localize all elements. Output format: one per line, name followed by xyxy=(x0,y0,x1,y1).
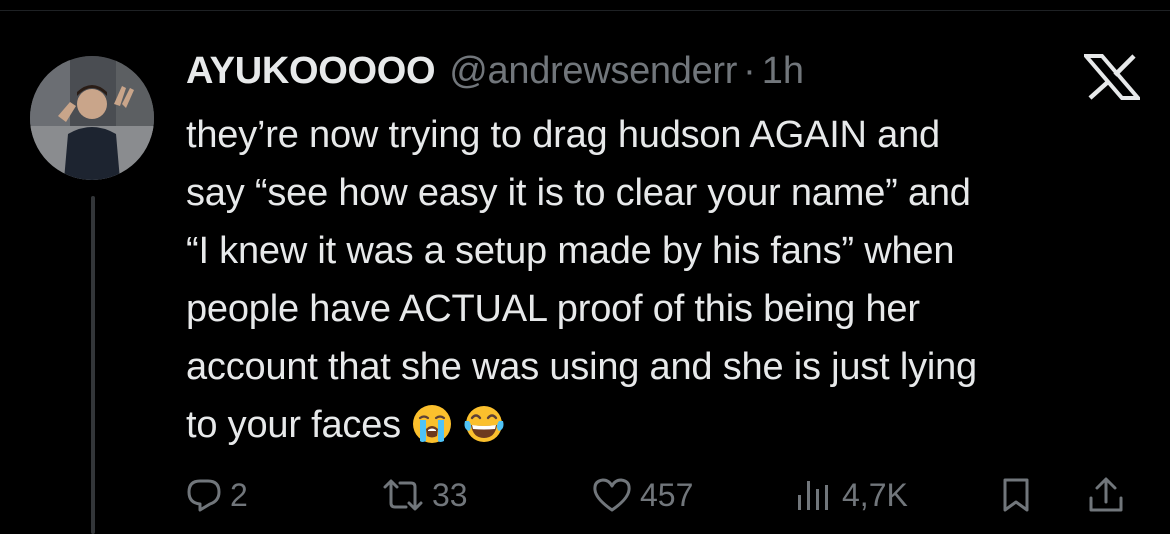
bookmark-button[interactable] xyxy=(998,470,1034,520)
loudly-crying-face-icon xyxy=(412,405,451,443)
heart-icon xyxy=(593,478,631,512)
reply-icon xyxy=(187,479,221,512)
tweet-text: they’re now trying to drag hudson AGAIN … xyxy=(186,106,1146,454)
views-button[interactable]: 4,7K xyxy=(794,470,908,520)
top-divider xyxy=(0,10,1170,11)
views-count: 4,7K xyxy=(842,476,908,513)
repost-button[interactable]: 33 xyxy=(382,470,468,520)
face-with-tears-of-joy-icon xyxy=(464,406,504,442)
thread-line xyxy=(91,196,95,534)
reply-count: 2 xyxy=(230,476,248,513)
like-count: 457 xyxy=(640,476,694,513)
action-bar: 2 33 457 4,7K xyxy=(186,470,1146,520)
tweet-text-last-line: to your faces xyxy=(186,396,1146,454)
reply-button[interactable]: 2 xyxy=(186,470,248,520)
display-name[interactable]: AYUKOOOOO xyxy=(186,50,436,93)
timestamp[interactable]: 1h xyxy=(762,50,804,93)
tweet-header: AYUKOOOOO @andrewsenderr · 1h xyxy=(186,48,804,94)
tweet-text-line: “I knew it was a setup made by his fans”… xyxy=(186,230,955,272)
repost-icon xyxy=(383,479,423,511)
share-icon xyxy=(1089,477,1123,512)
tweet-text-line: say “see how easy it is to clear your na… xyxy=(186,172,971,214)
views-chart-icon xyxy=(798,481,828,510)
tweet-text-line: account that she was using and she is ju… xyxy=(186,346,977,388)
user-handle[interactable]: @andrewsenderr xyxy=(449,50,737,93)
repost-count: 33 xyxy=(432,476,468,513)
share-button[interactable] xyxy=(1086,470,1126,520)
avatar[interactable] xyxy=(30,56,154,180)
tweet-text-line: to your faces xyxy=(186,404,401,446)
tweet-text-line: they’re now trying to drag hudson AGAIN … xyxy=(186,114,940,156)
like-button[interactable]: 457 xyxy=(592,470,693,520)
bookmark-icon xyxy=(1003,478,1029,512)
tweet-text-line: people have ACTUAL proof of this being h… xyxy=(186,288,920,330)
separator-dot: · xyxy=(743,49,756,92)
x-logo-icon xyxy=(1084,54,1140,100)
avatar-photo xyxy=(30,56,154,180)
